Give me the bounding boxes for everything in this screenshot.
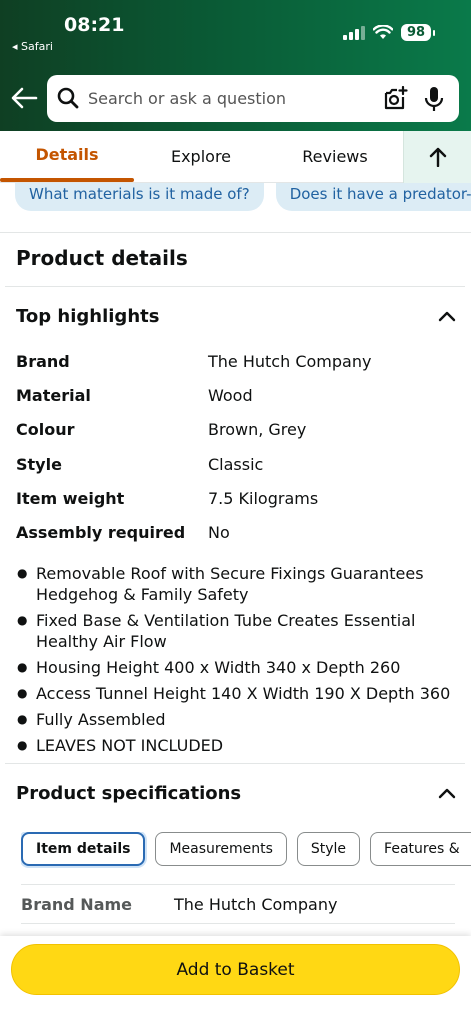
microphone-icon[interactable] xyxy=(423,86,445,112)
highlight-value: Classic xyxy=(208,454,264,474)
search-icon xyxy=(57,87,79,109)
highlight-row: Item weight 7.5 Kilograms xyxy=(16,489,456,523)
highlight-key: Style xyxy=(16,454,62,474)
list-item: ● Access Tunnel Height 140 X Width 190 X … xyxy=(16,683,456,704)
battery-tip xyxy=(433,29,435,36)
bullet-text: Fully Assembled xyxy=(36,710,166,729)
highlight-value: Brown, Grey xyxy=(208,420,307,440)
back-arrow-icon[interactable] xyxy=(10,86,38,110)
suggested-question-chip[interactable]: What materials is it made of? xyxy=(15,183,264,211)
top-highlights-heading: Top highlights xyxy=(16,306,160,327)
list-item: ● Fully Assembled xyxy=(16,709,456,730)
chevron-up-icon[interactable] xyxy=(438,310,456,322)
product-specifications-heading: Product specifications xyxy=(16,783,242,804)
highlight-key: Colour xyxy=(16,420,75,440)
battery-indicator: 98 xyxy=(401,24,431,41)
list-item: ● LEAVES NOT INCLUDED xyxy=(16,735,456,756)
bullet-text: Housing Height 400 x Width 340 x Depth 2… xyxy=(36,658,401,677)
bullet-icon: ● xyxy=(17,738,28,752)
bullet-icon: ● xyxy=(17,686,28,700)
suggested-questions: What materials is it made of? Does it ha… xyxy=(0,183,471,233)
specification-tabs: Item details Measurements Style Features… xyxy=(21,832,471,868)
highlight-row: Material Wood xyxy=(16,386,456,420)
active-tab-indicator xyxy=(0,178,134,182)
divider xyxy=(5,763,465,764)
tab-details[interactable]: Details xyxy=(0,131,134,183)
bullet-text: Fixed Base & Ventilation Tube Creates Es… xyxy=(36,611,416,651)
highlight-value: No xyxy=(208,522,230,542)
search-input[interactable]: Search or ask a question xyxy=(88,89,286,108)
table-row: Brand Name The Hutch Company xyxy=(21,884,455,924)
spec-tab-features-label: Features & xyxy=(384,841,460,857)
product-details-heading: Product details xyxy=(16,246,188,270)
search-bar[interactable]: Search or ask a question xyxy=(47,75,459,122)
feature-bullets: ● Removable Roof with Secure Fixings Guar… xyxy=(16,563,456,761)
suggested-question-chip[interactable]: Does it have a predator-pro xyxy=(275,183,471,211)
spec-tab-item-details[interactable]: Item details xyxy=(21,832,146,866)
highlight-value: Wood xyxy=(208,386,253,406)
camera-search-icon[interactable] xyxy=(382,86,408,112)
add-to-basket-button[interactable]: Add to Basket xyxy=(11,944,460,995)
bullet-icon: ● xyxy=(17,712,28,726)
wifi-icon xyxy=(373,25,393,39)
highlight-row: Colour Brown, Grey xyxy=(16,420,456,454)
bullet-icon: ● xyxy=(17,566,28,580)
bullet-text: LEAVES NOT INCLUDED xyxy=(36,736,224,755)
arrow-up-icon xyxy=(429,147,446,167)
bullet-text: Access Tunnel Height 140 X Width 190 X D… xyxy=(36,684,451,703)
list-item: ● Housing Height 400 x Width 340 x Depth … xyxy=(16,657,456,678)
highlight-key: Brand xyxy=(16,352,70,371)
spec-tab-style[interactable]: Style xyxy=(296,832,361,866)
tab-explore[interactable]: Explore xyxy=(134,131,268,183)
bullet-icon: ● xyxy=(17,613,28,627)
highlight-row: Style Classic xyxy=(16,455,456,489)
product-tabs: Details Explore Reviews xyxy=(0,131,471,183)
list-item: ● Fixed Base & Ventilation Tube Creates E… xyxy=(16,610,456,652)
tab-reviews[interactable]: Reviews xyxy=(268,131,402,183)
status-indicators: 98 xyxy=(343,24,435,41)
bullet-text: Removable Roof with Secure Fixings Guara… xyxy=(36,564,424,604)
bullet-icon: ● xyxy=(17,660,28,674)
status-time: 08:21 xyxy=(64,14,125,36)
divider xyxy=(5,286,465,287)
bottom-action-bar: Add to Basket xyxy=(0,936,471,1024)
highlight-key: Assembly required xyxy=(16,522,186,542)
cellular-signal-icon xyxy=(343,25,365,40)
highlight-value: The Hutch Company xyxy=(208,352,372,371)
back-to-safari-link[interactable]: ◂ Safari xyxy=(12,40,53,53)
spec-value: The Hutch Company xyxy=(174,894,338,914)
chevron-up-icon[interactable] xyxy=(438,787,456,799)
scroll-to-top-button[interactable] xyxy=(403,131,471,183)
spec-key: Brand Name xyxy=(21,894,133,914)
highlight-row: Assembly required No xyxy=(16,523,456,557)
app-header: 08:21 ◂ Safari 98 Search or ask a questi… xyxy=(0,0,471,131)
highlight-key: Item weight xyxy=(16,488,125,508)
highlight-row: Brand The Hutch Company xyxy=(16,352,456,386)
highlight-value: 7.5 Kilograms xyxy=(208,488,319,508)
highlight-key: Material xyxy=(16,386,91,406)
highlights-table: Brand The Hutch Company Material Wood Co… xyxy=(16,352,456,557)
spec-tab-measurements[interactable]: Measurements xyxy=(155,832,287,866)
list-item: ● Removable Roof with Secure Fixings Guar… xyxy=(16,563,456,605)
spec-tab-features[interactable]: Features & xyxy=(370,832,471,866)
